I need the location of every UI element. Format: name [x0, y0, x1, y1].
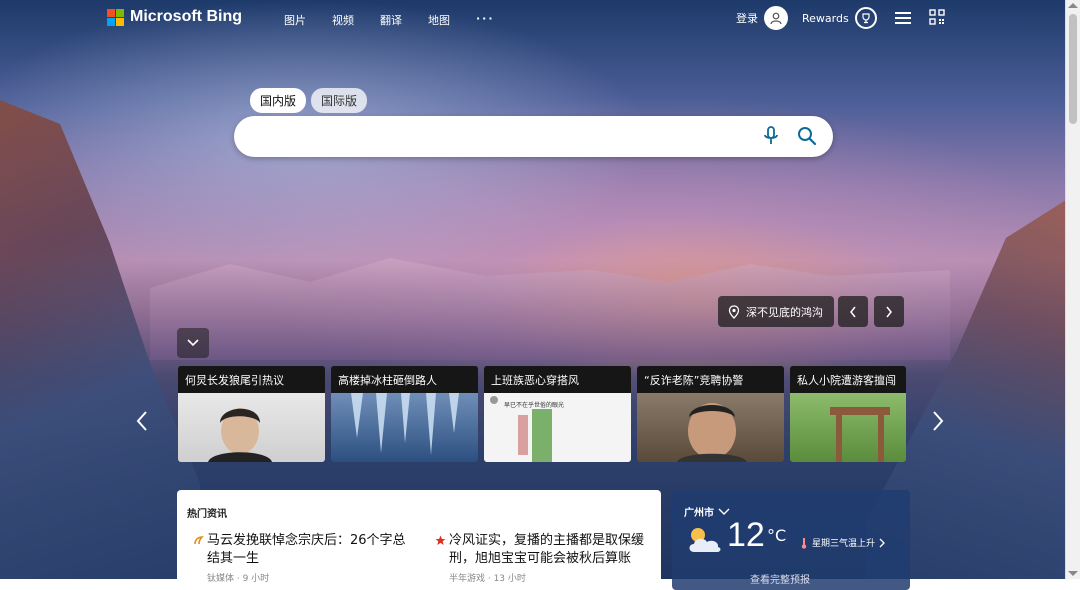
- chevron-right-icon: [879, 538, 885, 547]
- card-title: 高楼掉冰柱砸倒路人: [331, 366, 478, 393]
- star-icon: [435, 534, 446, 552]
- partly-cloudy-icon: [684, 524, 724, 560]
- scrollbar-thumb[interactable]: [1069, 14, 1077, 124]
- rewards-label: Rewards: [802, 11, 849, 25]
- location-label: 深不见底的鸿沟: [746, 305, 823, 319]
- microphone-icon[interactable]: [762, 126, 780, 150]
- weather-temperature: 12: [727, 516, 765, 554]
- news-card[interactable]: 何炅长发狼尾引热议: [178, 366, 325, 462]
- card-image: [178, 393, 325, 462]
- avatar-icon: [764, 6, 788, 30]
- card-image: [790, 393, 906, 462]
- card-title: 私人小院遭游客擅闯: [790, 366, 906, 393]
- card-image: 早已不在乎世俗的眼光: [484, 393, 631, 462]
- chevron-right-icon: [886, 306, 892, 317]
- location-pin-icon: [728, 304, 740, 319]
- scroll-up-arrow-icon[interactable]: [1068, 3, 1078, 8]
- image-location-button[interactable]: 深不见底的鸿沟: [718, 296, 834, 327]
- trophy-icon: [854, 7, 877, 29]
- trend-icon: [193, 534, 204, 552]
- chevron-down-icon: [718, 508, 730, 515]
- header-actions: 登录 Rewards: [736, 6, 945, 30]
- tab-international[interactable]: 国际版: [311, 88, 368, 113]
- top-header: Microsoft Bing 图片 视频 翻译 地图 ··· 登录 Reward…: [0, 0, 1066, 38]
- news-card[interactable]: 上班族恶心穿搭风 早已不在乎世俗的眼光: [484, 366, 631, 462]
- weather-city: 广州市: [684, 508, 714, 519]
- news-card[interactable]: 私人小院遭游客擅闯: [790, 366, 906, 462]
- news-card[interactable]: “反诈老陈”竞聘协警: [637, 366, 784, 462]
- card-title: 何炅长发狼尾引热议: [178, 366, 325, 393]
- hot-news-header: 热门资讯: [187, 509, 227, 520]
- weather-trend-text: 星期三气温上升: [812, 539, 876, 549]
- next-image-button[interactable]: [874, 296, 904, 327]
- bing-logo[interactable]: Microsoft Bing: [107, 8, 242, 26]
- card-overlay-text: 早已不在乎世俗的眼光: [504, 402, 565, 409]
- search-box: [234, 116, 833, 157]
- signin-label: 登录: [736, 12, 758, 25]
- signin-button[interactable]: 登录: [736, 6, 788, 30]
- card-title: 上班族恶心穿搭风: [484, 366, 631, 393]
- rewards-button[interactable]: Rewards: [802, 7, 877, 29]
- card-image: [637, 393, 784, 462]
- search-region-tabs: 国内版 国际版: [250, 88, 368, 113]
- weather-panel[interactable]: 广州市 12 °C 星期三气温上升 查看完整预报: [672, 490, 910, 590]
- nav-maps[interactable]: 地图: [428, 12, 450, 28]
- chevron-left-icon: [850, 306, 856, 317]
- nav-images[interactable]: 图片: [284, 12, 306, 28]
- search-icon[interactable]: [797, 126, 817, 150]
- prev-image-button[interactable]: [838, 296, 868, 327]
- page-scrollbar[interactable]: [1065, 0, 1080, 579]
- collapse-feed-button[interactable]: [177, 328, 209, 358]
- top-nav: 图片 视频 翻译 地图 ···: [284, 12, 521, 28]
- news-item[interactable]: 冷风证实，复播的主播都是取保缓刑，旭旭宝宝可能会被秋后算账 半年游戏 · 13 …: [435, 532, 659, 588]
- chevron-down-icon: [187, 339, 199, 347]
- menu-icon[interactable]: [894, 9, 911, 27]
- news-title: 冷风证实，复播的主播都是取保缓刑，旭旭宝宝可能会被秋后算账: [449, 533, 645, 566]
- card-image: [331, 393, 478, 462]
- chevron-right-icon: [933, 411, 944, 431]
- news-item[interactable]: 马云发挽联悼念宗庆后：26个字总结其一生 钛媒体 · 9 小时: [194, 532, 417, 588]
- weather-trend: 星期三气温上升: [800, 536, 885, 549]
- microsoft-logo-icon: [107, 8, 124, 26]
- cards-next-button[interactable]: [932, 410, 944, 436]
- qr-code-icon[interactable]: [929, 8, 945, 28]
- cards-prev-button[interactable]: [136, 410, 148, 436]
- news-source: 半年游戏 · 13 小时: [449, 574, 526, 584]
- nav-videos[interactable]: 视频: [332, 12, 354, 28]
- weather-city-selector[interactable]: 广州市: [684, 504, 730, 519]
- logo-text: Microsoft Bing: [130, 8, 242, 25]
- weather-unit: °C: [767, 526, 787, 545]
- card-title: “反诈老陈”竞聘协警: [637, 366, 784, 393]
- news-card[interactable]: 高楼掉冰柱砸倒路人: [331, 366, 478, 462]
- thermometer-icon: [801, 537, 807, 549]
- tab-domestic[interactable]: 国内版: [250, 88, 307, 113]
- search-input[interactable]: [254, 126, 758, 148]
- nav-translate[interactable]: 翻译: [380, 12, 402, 28]
- news-title: 马云发挽联悼念宗庆后：26个字总结其一生: [207, 533, 406, 566]
- scroll-down-arrow-icon[interactable]: [1068, 571, 1078, 576]
- news-source: 钛媒体 · 9 小时: [207, 574, 270, 584]
- nav-more-button[interactable]: ···: [476, 12, 495, 28]
- chevron-left-icon: [136, 411, 147, 431]
- hot-news-panel: 热门资讯 马云发挽联悼念宗庆后：26个字总结其一生 钛媒体 · 9 小时 冷风证…: [177, 490, 661, 590]
